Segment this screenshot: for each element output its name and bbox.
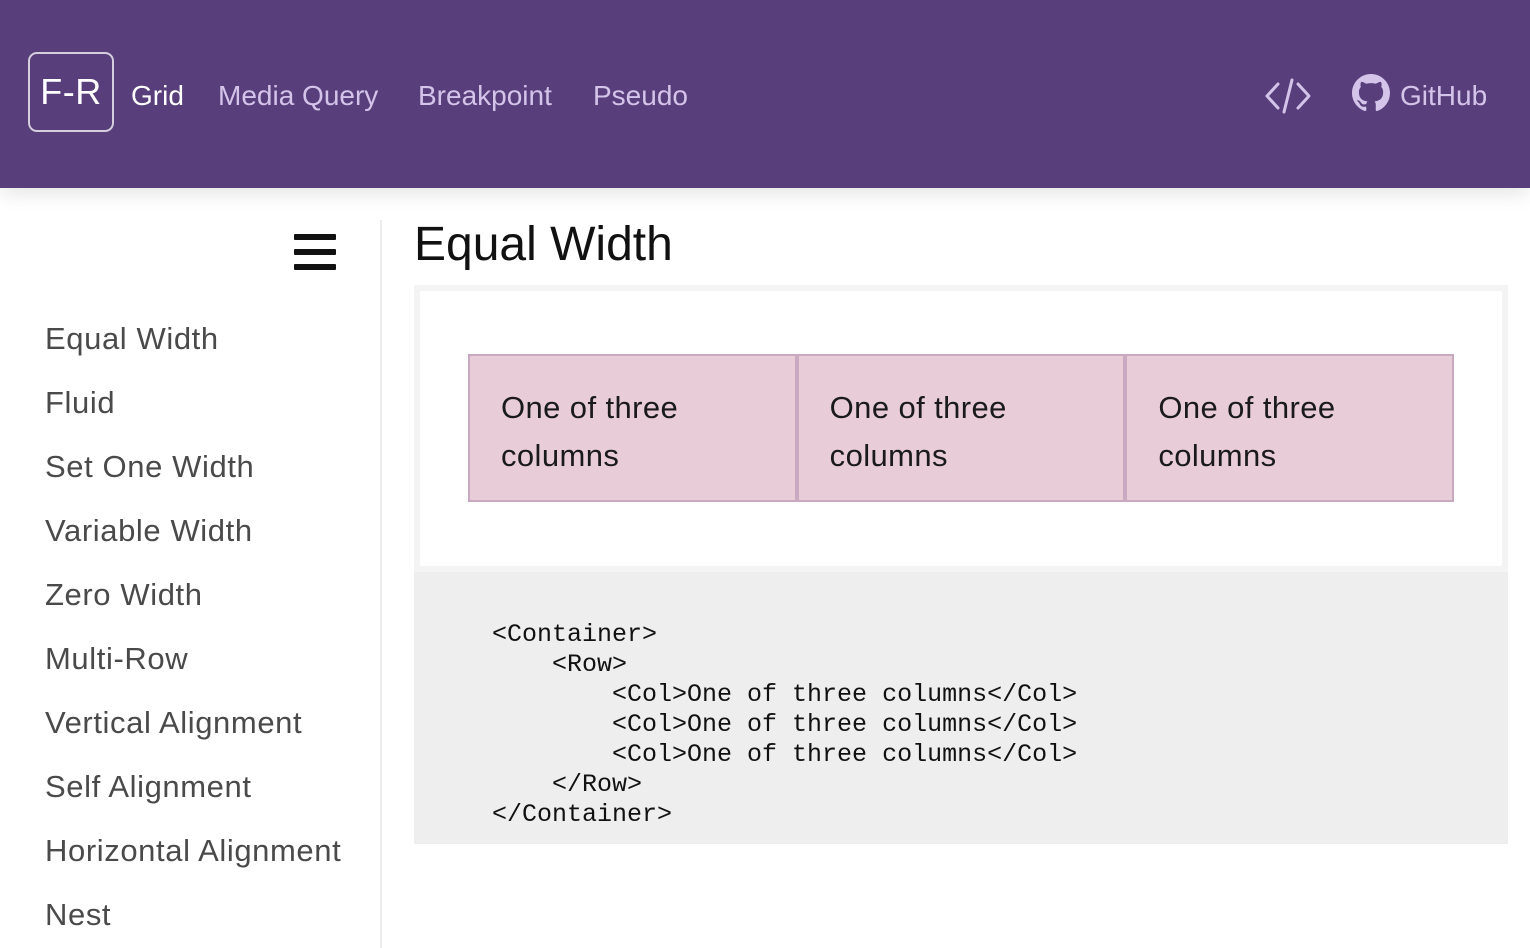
sidebar-item-fluid[interactable]: Fluid — [45, 383, 115, 423]
nav-link-pseudo[interactable]: Pseudo — [593, 76, 688, 116]
demo-row: One of three columns One of three column… — [468, 354, 1455, 502]
nav-link-breakpoint[interactable]: Breakpoint — [418, 76, 552, 116]
code-sample: <Container> <Row> <Col>One of three colu… — [414, 572, 1508, 844]
github-link[interactable]: GitHub — [1352, 73, 1488, 119]
page-title: Equal Width — [414, 218, 673, 271]
sidebar-item-horizontal-alignment[interactable]: Horizontal Alignment — [45, 831, 341, 871]
sidebar-item-multi-row[interactable]: Multi-Row — [45, 639, 188, 679]
brand-logo[interactable]: F-R — [28, 52, 114, 132]
sidebar-item-vertical-alignment[interactable]: Vertical Alignment — [45, 703, 302, 743]
nav-link-media-query[interactable]: Media Query — [218, 76, 378, 116]
nav-link-grid[interactable]: Grid — [131, 76, 184, 116]
sidebar-item-zero-width[interactable]: Zero Width — [45, 575, 203, 615]
demo-column: One of three columns — [468, 354, 797, 502]
sidebar: Equal Width Fluid Set One Width Variable… — [0, 220, 382, 948]
hamburger-icon[interactable] — [294, 228, 338, 270]
demo-column: One of three columns — [796, 354, 1126, 502]
sidebar-item-variable-width[interactable]: Variable Width — [45, 511, 253, 551]
sidebar-item-equal-width[interactable]: Equal Width — [45, 319, 219, 359]
top-nav-bar: F-R Grid Media Query Breakpoint Pseudo G… — [0, 0, 1530, 188]
github-icon — [1352, 73, 1390, 119]
code-icon[interactable] — [1264, 76, 1312, 116]
sidebar-item-set-one-width[interactable]: Set One Width — [45, 447, 254, 487]
demo-column: One of three columns — [1125, 354, 1455, 502]
sidebar-item-self-alignment[interactable]: Self Alignment — [45, 767, 252, 807]
github-label: GitHub — [1400, 80, 1488, 111]
sidebar-item-nest[interactable]: Nest — [45, 895, 111, 935]
